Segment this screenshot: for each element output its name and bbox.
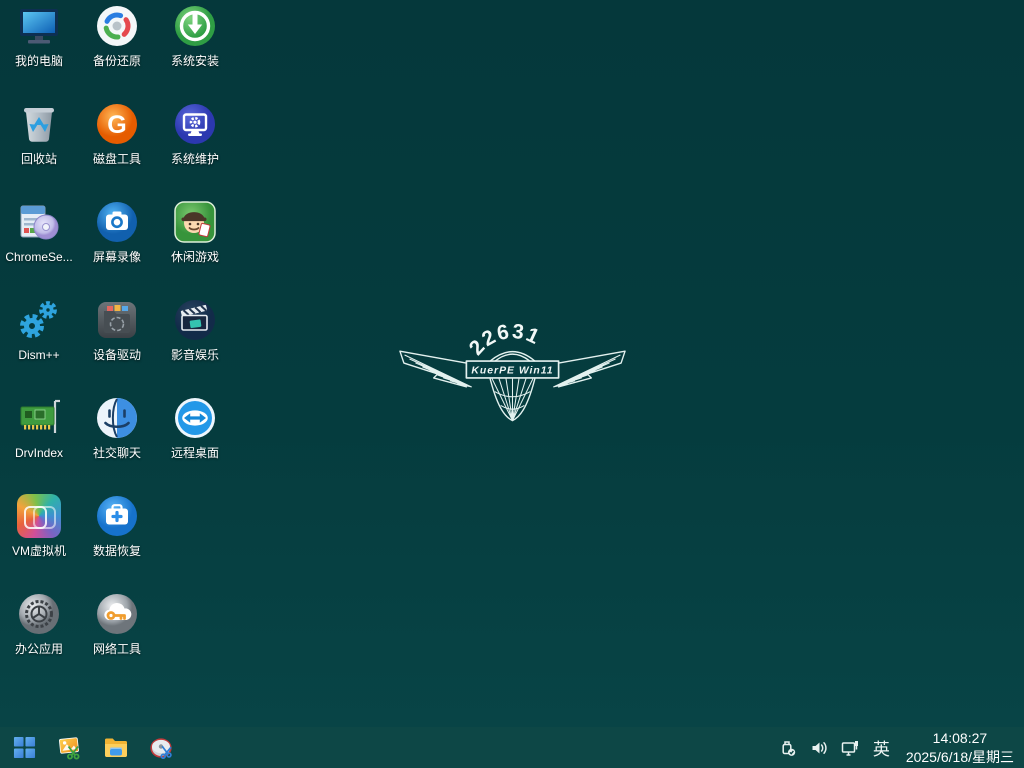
logo-title: KuerPE Win11 bbox=[471, 365, 553, 376]
volume-tray-button[interactable] bbox=[808, 737, 830, 759]
desktop-icon-label: 备份还原 bbox=[93, 54, 141, 68]
taskbar: 英 14:08:27 2025/6/18/星期三 bbox=[0, 727, 1024, 768]
desktop-icon-label: 我的电脑 bbox=[15, 54, 63, 68]
disk-partition-button[interactable] bbox=[146, 732, 178, 764]
desktop-icon-social-chat[interactable]: 社交聊天 bbox=[78, 392, 156, 490]
desktop-icon-label: 休闲游戏 bbox=[171, 250, 219, 264]
device-driver-icon bbox=[93, 296, 141, 344]
desktop-icon-drvindex[interactable]: DrvIndex bbox=[0, 392, 78, 490]
desktop-icon-label: 回收站 bbox=[21, 152, 57, 166]
desktop-icon-office-apps[interactable]: 办公应用 bbox=[0, 588, 78, 686]
disk-tools-icon: G bbox=[93, 100, 141, 148]
system-tray: 英 14:08:27 2025/6/18/星期三 bbox=[777, 729, 1018, 766]
screen-record-icon bbox=[93, 198, 141, 246]
logo-build-number: 22631 bbox=[465, 320, 544, 360]
clock-time: 14:08:27 bbox=[906, 729, 1014, 747]
desktop-icon-label: 屏幕录像 bbox=[93, 250, 141, 264]
desktop-icon-data-recovery[interactable]: 数据恢复 bbox=[78, 490, 156, 588]
desktop-icon-casual-games[interactable]: 休闲游戏 bbox=[156, 196, 234, 294]
desktop-icon-network-tools[interactable]: 网络工具 bbox=[78, 588, 156, 686]
snipping-tool-icon bbox=[57, 735, 83, 761]
desktop-icon-label: 办公应用 bbox=[15, 642, 63, 656]
desktop-icon-label: DrvIndex bbox=[15, 446, 63, 460]
windows-logo-icon bbox=[13, 736, 36, 759]
desktop-icon-my-computer[interactable]: 我的电脑 bbox=[0, 0, 78, 98]
desktop-icon-system-maintain[interactable]: 系统维护 bbox=[156, 98, 234, 196]
start-button[interactable] bbox=[8, 732, 40, 764]
volume-icon bbox=[809, 738, 829, 758]
my-computer-icon bbox=[15, 2, 63, 50]
usb-eject-icon bbox=[778, 738, 798, 758]
desktop-icon-label: 数据恢复 bbox=[93, 544, 141, 558]
svg-text:22631: 22631 bbox=[465, 320, 544, 360]
remote-desktop-icon bbox=[171, 394, 219, 442]
desktop-icon-chrome-setup[interactable]: ChromeSe... bbox=[0, 196, 78, 294]
desktop-icon-screen-record[interactable]: 屏幕录像 bbox=[78, 196, 156, 294]
disk-partition-icon bbox=[149, 735, 175, 761]
desktop-icon-label: 系统维护 bbox=[171, 152, 219, 166]
casual-games-icon bbox=[171, 198, 219, 246]
network-icon bbox=[840, 738, 860, 758]
taskbar-clock[interactable]: 14:08:27 2025/6/18/星期三 bbox=[902, 729, 1018, 766]
desktop-icon-backup-restore[interactable]: 备份还原 bbox=[78, 0, 156, 98]
folder-icon bbox=[103, 735, 129, 761]
svg-text:G: G bbox=[107, 111, 126, 139]
desktop-icon-system-install[interactable]: 系统安装 bbox=[156, 0, 234, 98]
desktop-icon-label: VM虚拟机 bbox=[12, 544, 66, 558]
social-chat-icon bbox=[93, 394, 141, 442]
taskbar-buttons bbox=[8, 732, 178, 764]
desktop-icon-media[interactable]: 影音娱乐 bbox=[156, 294, 234, 392]
media-icon bbox=[171, 296, 219, 344]
usb-eject-tray-button[interactable] bbox=[777, 737, 799, 759]
desktop-icon-device-driver[interactable]: 设备驱动 bbox=[78, 294, 156, 392]
system-maintain-icon bbox=[171, 100, 219, 148]
desktop-icon-recycle-bin[interactable]: 回收站 bbox=[0, 98, 78, 196]
desktop-icon-label: ChromeSe... bbox=[5, 250, 72, 264]
desktop-icon-remote-desktop[interactable]: 远程桌面 bbox=[156, 392, 234, 490]
dism-gears-icon bbox=[15, 296, 63, 344]
recycle-bin-icon bbox=[15, 100, 63, 148]
desktop-icon-label: 远程桌面 bbox=[171, 446, 219, 460]
driver-card-icon bbox=[15, 394, 63, 442]
office-apps-icon bbox=[15, 590, 63, 638]
data-recovery-icon bbox=[93, 492, 141, 540]
chrome-setup-icon bbox=[15, 198, 63, 246]
input-method-indicator[interactable]: 英 bbox=[870, 735, 893, 760]
network-tray-button[interactable] bbox=[839, 737, 861, 759]
network-tools-icon bbox=[93, 590, 141, 638]
file-explorer-button[interactable] bbox=[100, 732, 132, 764]
desktop-icon-label: 影音娱乐 bbox=[171, 348, 219, 362]
desktop: 我的电脑 回收站 bbox=[0, 0, 234, 686]
kuerpe-logo: 22631 KuerPE Win11 bbox=[393, 314, 631, 426]
desktop-icon-vmware[interactable]: VM虚拟机 bbox=[0, 490, 78, 588]
system-install-icon bbox=[171, 2, 219, 50]
desktop-icon-label: 设备驱动 bbox=[93, 348, 141, 362]
desktop-icon-label: 社交聊天 bbox=[93, 446, 141, 460]
backup-restore-icon bbox=[93, 2, 141, 50]
vmware-icon bbox=[15, 492, 63, 540]
desktop-icon-label: 网络工具 bbox=[93, 642, 141, 656]
desktop-icon-label: 磁盘工具 bbox=[93, 152, 141, 166]
desktop-icon-disk-tools[interactable]: G 磁盘工具 bbox=[78, 98, 156, 196]
desktop-icon-dism[interactable]: Dism++ bbox=[0, 294, 78, 392]
snipping-tool-button[interactable] bbox=[54, 732, 86, 764]
desktop-icon-label: Dism++ bbox=[18, 348, 59, 362]
clock-date: 2025/6/18/星期三 bbox=[906, 748, 1014, 766]
desktop-icon-label: 系统安装 bbox=[171, 54, 219, 68]
